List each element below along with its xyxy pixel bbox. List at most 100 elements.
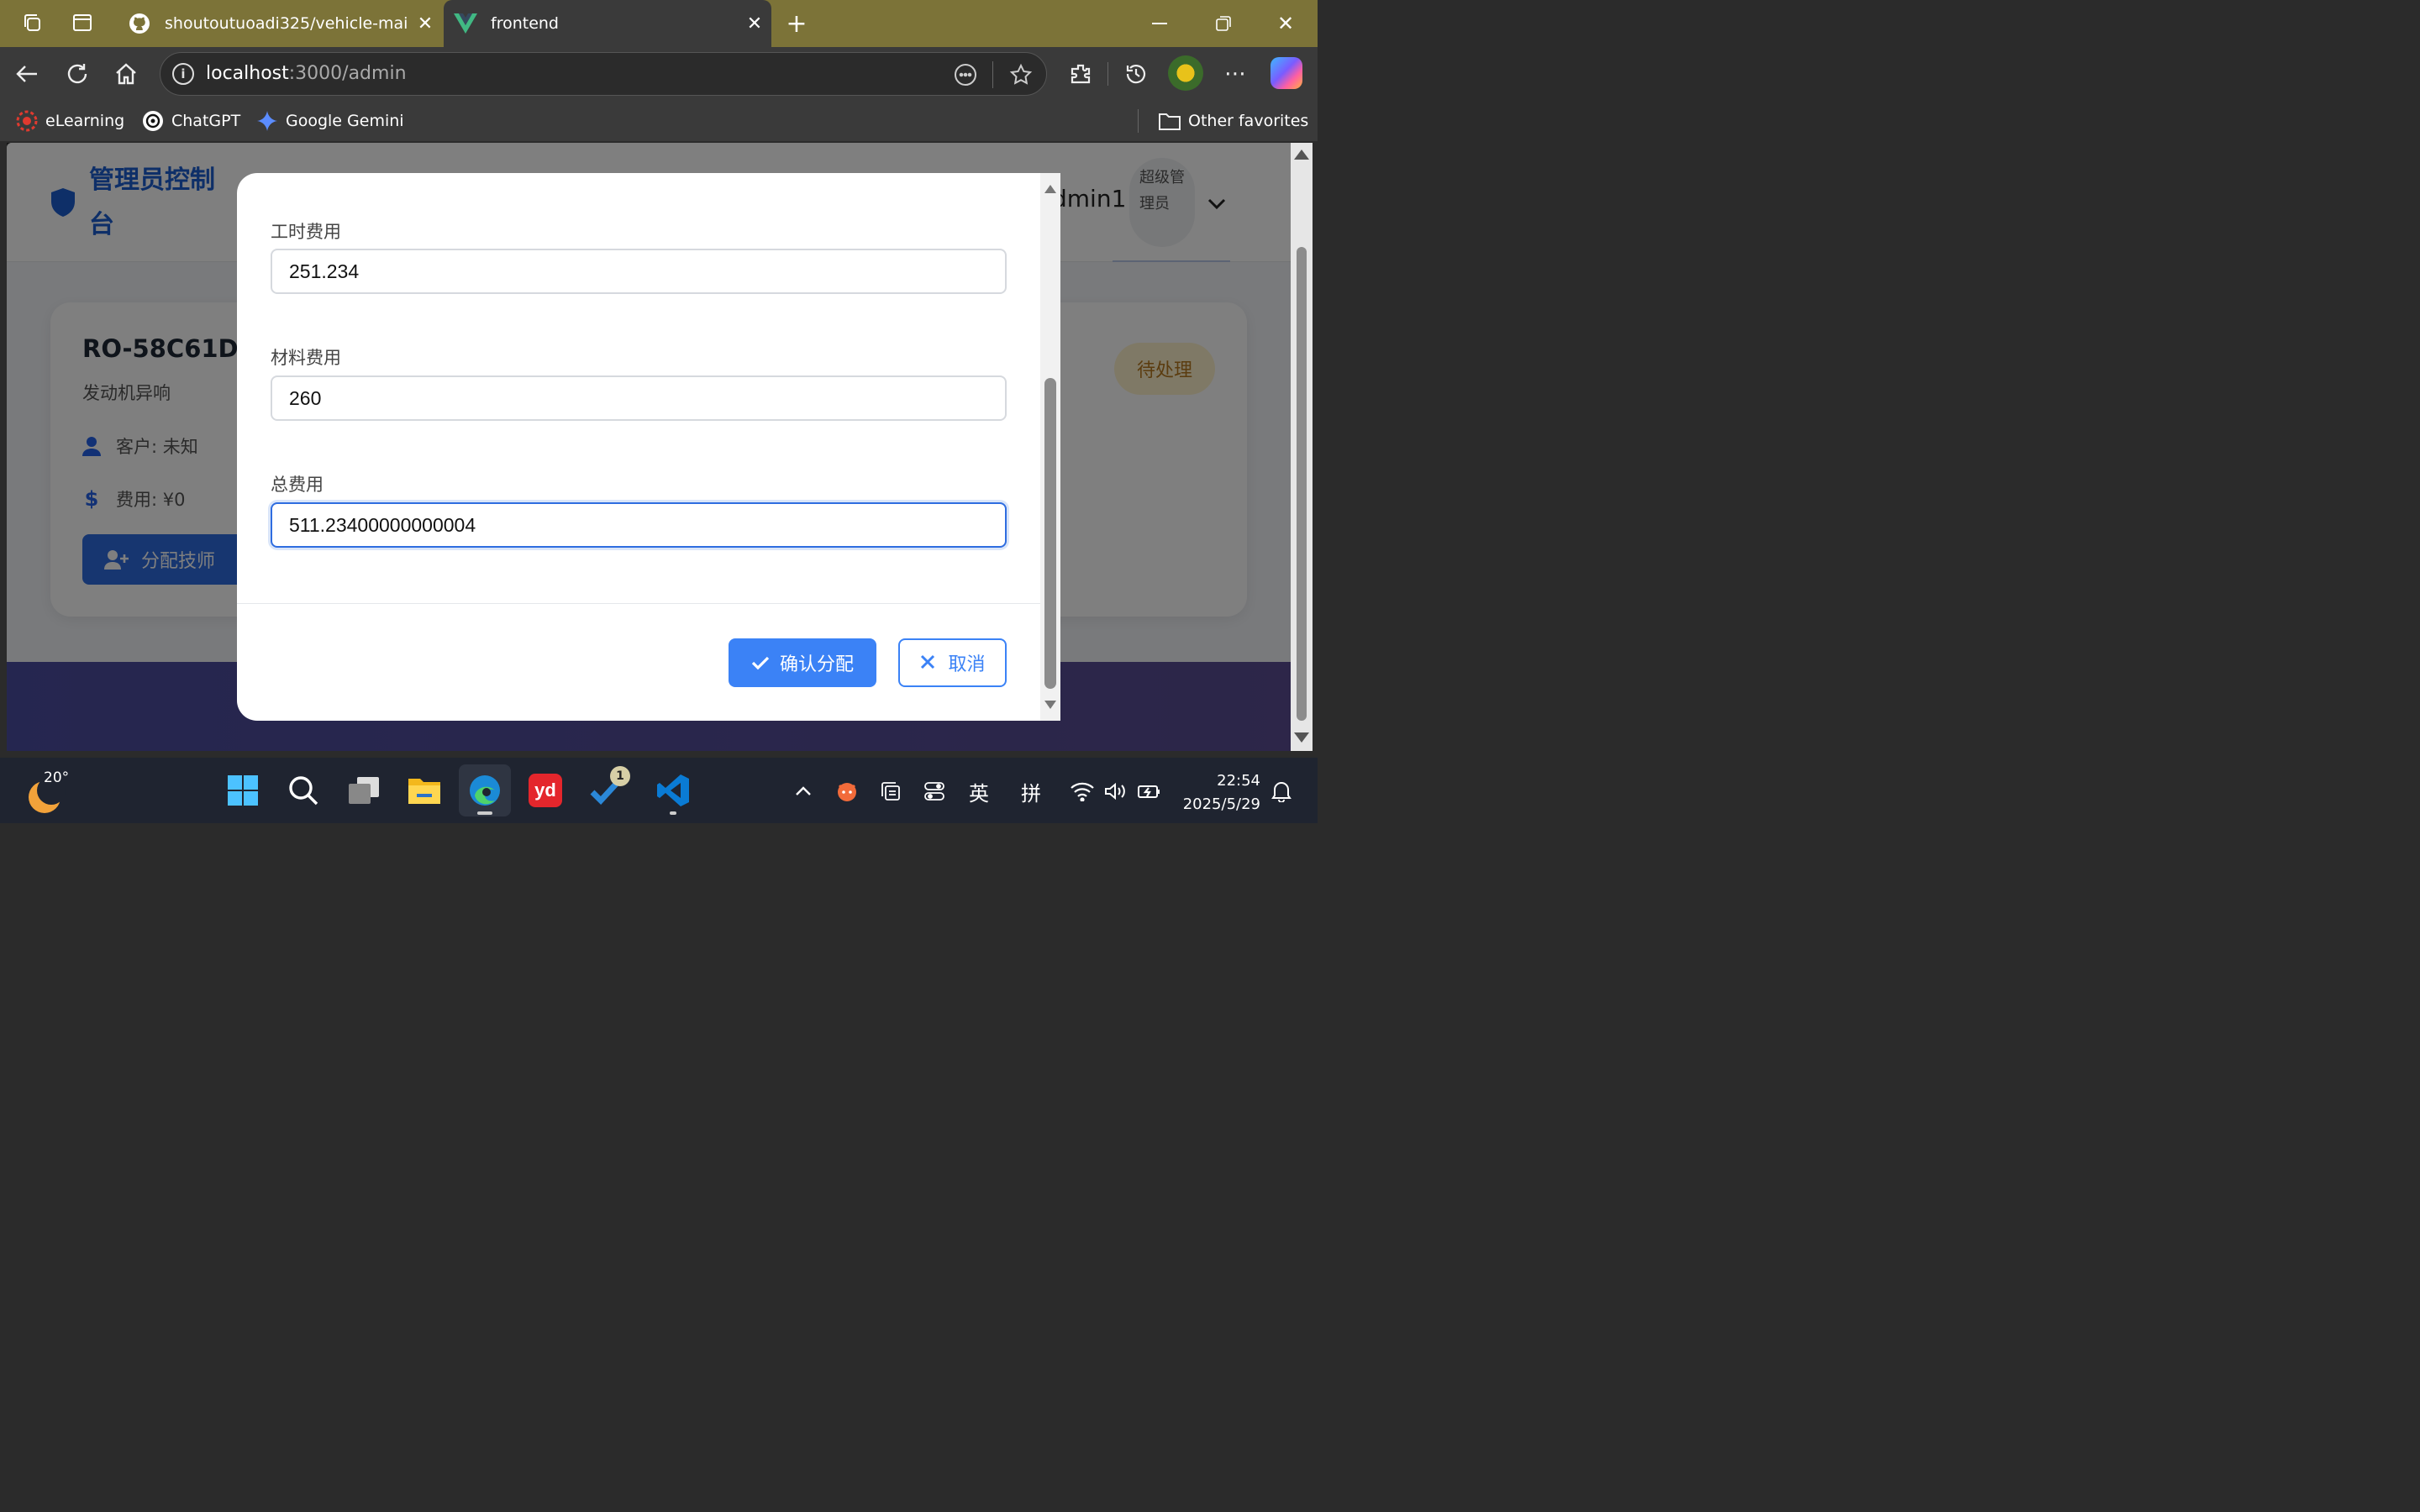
windows-icon [228,775,258,806]
back-icon[interactable] [12,59,42,89]
edge-button[interactable] [459,764,511,816]
system-clock[interactable]: 22:54 2025/5/29 [1180,769,1260,816]
tab-github[interactable]: shoutoutuoadi325/vehicle-mainte ✕ [118,0,442,47]
scroll-up-arrow-icon[interactable] [1044,185,1056,193]
favorite-elearning[interactable]: eLearning [15,109,124,133]
url-field[interactable]: i localhost:3000/admin [160,52,1047,96]
copilot-icon[interactable] [1270,57,1302,89]
site-info-icon[interactable]: i [172,63,194,85]
wifi-icon[interactable] [1069,776,1096,806]
favorite-star-icon[interactable] [1007,61,1034,88]
youdao-button[interactable]: yd [519,764,571,816]
todo-button[interactable]: 1 [580,764,632,816]
scrollbar-thumb[interactable] [1297,247,1307,721]
home-icon[interactable] [111,59,141,89]
labor-cost-input[interactable] [271,249,1007,294]
gemini-icon [255,109,279,133]
vertical-tabs-icon[interactable] [69,10,96,35]
favorites-divider [1138,109,1139,133]
browser-tab-bar: shoutoutuoadi325/vehicle-mainte ✕ fronte… [0,0,1318,47]
scroll-up-arrow-icon[interactable] [1294,150,1309,160]
new-tab-icon[interactable]: + [780,7,813,40]
close-tab-icon[interactable]: ✕ [408,13,442,34]
history-icon[interactable] [1121,59,1151,89]
file-explorer-button[interactable] [398,764,450,816]
url-text: localhost:3000/admin [206,63,407,84]
total-cost-label: 总费用 [271,475,324,495]
total-cost-input[interactable] [271,502,1007,548]
task-view-icon [349,777,379,804]
favorite-label: eLearning [45,112,125,130]
vscode-icon [657,774,689,806]
profile-avatar[interactable] [1168,55,1203,91]
start-button[interactable] [217,764,269,816]
vue-icon [454,12,477,35]
confirm-label: 确认分配 [779,654,854,675]
minimize-icon[interactable] [1143,7,1176,40]
assign-technician-dialog: 工时费用 材料费用 总费用 确认分配 取消 [237,173,1060,721]
dialog-scrollbar[interactable] [1040,173,1060,721]
toggle-settings-icon[interactable] [923,776,946,806]
more-options-icon[interactable]: ⋯ [1220,59,1250,89]
toolbar-divider [1107,62,1108,86]
dialog-footer-divider [237,603,1040,604]
notification-badge: 1 [610,766,630,786]
favorite-chatgpt[interactable]: ChatGPT [141,109,240,133]
show-hidden-icons-chevron-icon[interactable] [792,776,815,806]
scrollbar-thumb[interactable] [1044,378,1056,689]
confirm-assign-button[interactable]: 确认分配 [729,638,876,687]
close-tab-icon[interactable]: ✕ [738,13,771,34]
favorite-gemini[interactable]: Google Gemini [255,109,404,133]
weather-widget[interactable]: 20° [25,768,76,815]
windows-taskbar: 20° yd 1 英 拼 22:54 2025/5/29 [0,758,1318,823]
running-indicator [670,811,676,815]
chatgpt-icon [141,109,165,133]
favorite-label: ChatGPT [171,112,241,130]
close-window-icon[interactable]: ✕ [1269,7,1302,40]
youdao-icon: yd [529,774,562,807]
favorite-label: Google Gemini [286,112,404,130]
check-icon [751,654,770,672]
elearning-icon [15,109,39,133]
close-icon [919,654,938,672]
material-cost-input[interactable] [271,375,1007,421]
clipboard-icon[interactable] [879,776,902,806]
cancel-label: 取消 [948,654,986,675]
weather-temperature: 20° [44,769,70,786]
search-icon [289,776,318,806]
active-indicator [477,811,492,815]
tab-title: shoutoutuoadi325/vehicle-mainte [165,14,408,33]
url-divider [992,61,993,88]
tab-frontend[interactable]: frontend ✕ [444,0,771,47]
cancel-button[interactable]: 取消 [898,638,1007,687]
address-bar-row: i localhost:3000/admin ⋯ [0,47,1318,101]
vscode-button[interactable] [647,764,699,816]
github-icon [128,12,151,35]
battery-charging-icon[interactable] [1136,776,1163,806]
labor-cost-label: 工时费用 [271,222,341,242]
volume-icon[interactable] [1102,776,1128,806]
task-view-button[interactable] [338,764,390,816]
material-cost-label: 材料费用 [271,348,341,368]
other-favorites[interactable]: Other favorites [1158,109,1308,133]
other-favorites-label: Other favorites [1188,112,1309,130]
restore-icon[interactable] [1207,7,1240,40]
clock-time: 22:54 [1217,772,1260,790]
scroll-down-arrow-icon[interactable] [1044,701,1056,709]
clock-date: 2025/5/29 [1182,795,1260,813]
edge-icon [470,775,500,806]
cat-app-icon[interactable] [835,776,859,806]
tab-title: frontend [491,14,559,33]
scroll-down-arrow-icon[interactable] [1294,732,1309,743]
notifications-do-not-disturb-icon[interactable] [1269,776,1294,806]
refresh-icon[interactable] [62,59,92,89]
search-button[interactable] [277,764,329,816]
read-aloud-icon[interactable] [952,61,979,88]
folder-icon [408,779,440,804]
workspaces-icon[interactable] [18,10,45,35]
folder-icon [1158,109,1181,133]
ime-language-indicator[interactable]: 英 [966,776,992,806]
page-scrollbar[interactable] [1291,143,1313,751]
ime-mode-indicator[interactable]: 拼 [1018,776,1044,806]
extensions-icon[interactable] [1065,59,1096,89]
